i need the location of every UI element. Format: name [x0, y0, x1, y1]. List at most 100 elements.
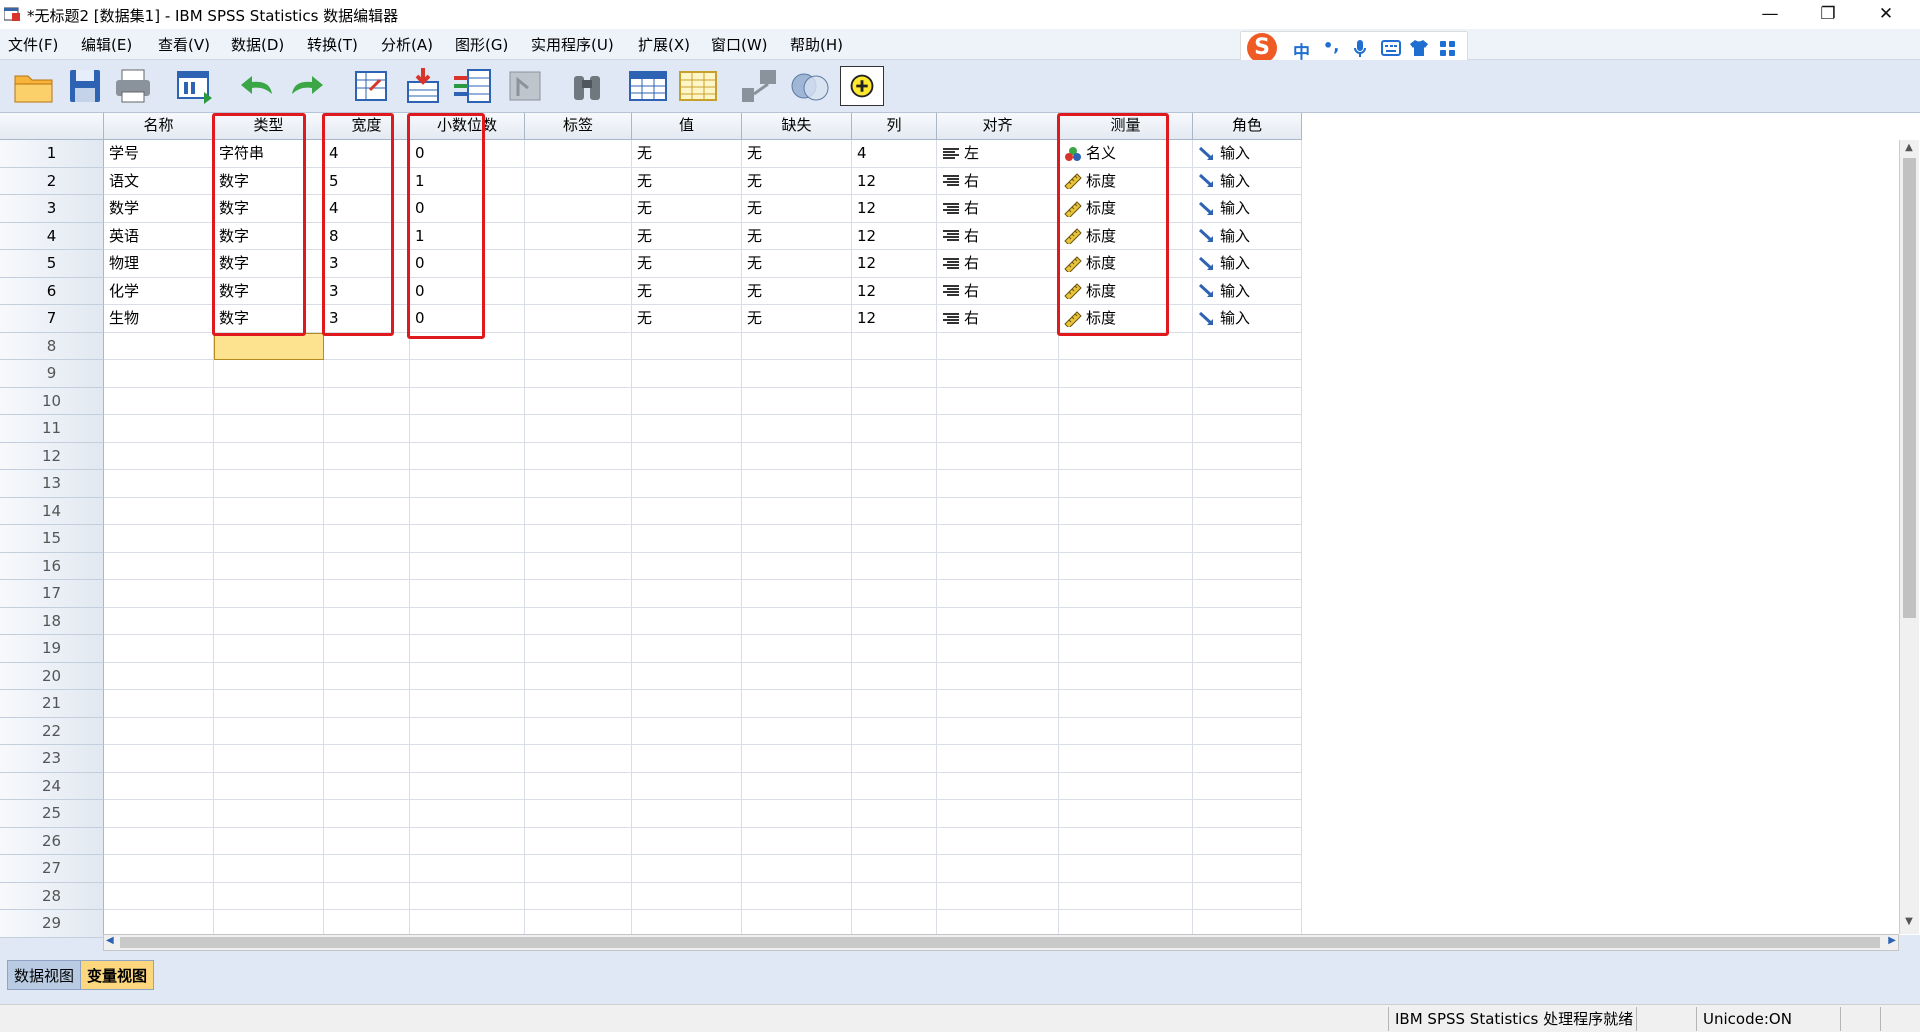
cell-measure[interactable] [1059, 800, 1193, 828]
cell-role[interactable] [1193, 607, 1302, 635]
cell-decimals[interactable] [410, 332, 525, 360]
cell-align[interactable] [937, 580, 1059, 608]
cell-decimals[interactable]: 0 [410, 140, 525, 168]
cell-role[interactable] [1193, 360, 1302, 388]
menu-extensions[interactable]: 扩展(X) [638, 34, 690, 55]
cell-align[interactable]: 右 [937, 250, 1059, 278]
row-header[interactable]: 13 [0, 470, 104, 498]
cell-values[interactable] [632, 827, 742, 855]
cell-label[interactable] [525, 607, 632, 635]
cell-decimals[interactable]: 0 [410, 195, 525, 223]
cell-type[interactable] [214, 882, 324, 910]
cell-name[interactable] [104, 607, 214, 635]
cell-role[interactable] [1193, 497, 1302, 525]
cell-measure[interactable] [1059, 415, 1193, 443]
column-header-measure[interactable]: 测量 [1059, 113, 1193, 140]
cell-columns[interactable] [852, 855, 937, 883]
cell-align[interactable] [937, 387, 1059, 415]
cell-name[interactable] [104, 332, 214, 360]
cell-missing[interactable] [742, 662, 852, 690]
cell-role[interactable]: 输入 [1193, 250, 1302, 278]
cell-values[interactable]: 无 [632, 195, 742, 223]
cell-type[interactable] [214, 607, 324, 635]
row-header[interactable]: 15 [0, 525, 104, 553]
scroll-up-arrow[interactable]: ▲ [1902, 142, 1916, 156]
cell-name[interactable] [104, 855, 214, 883]
cell-measure[interactable]: 标度 [1059, 195, 1193, 223]
cell-values[interactable]: 无 [632, 140, 742, 168]
cell-width[interactable] [324, 635, 410, 663]
row-header[interactable]: 16 [0, 552, 104, 580]
cell-columns[interactable] [852, 387, 937, 415]
cell-columns[interactable] [852, 635, 937, 663]
cell-role[interactable] [1193, 332, 1302, 360]
split-file-icon[interactable] [738, 66, 782, 106]
cell-columns[interactable] [852, 525, 937, 553]
goto-variable-icon[interactable] [402, 66, 446, 106]
cell-measure[interactable] [1059, 552, 1193, 580]
cell-width[interactable] [324, 415, 410, 443]
cell-values[interactable]: 无 [632, 277, 742, 305]
cell-width[interactable]: 4 [324, 195, 410, 223]
column-header-name[interactable]: 名称 [104, 113, 214, 140]
cell-name[interactable]: 物理 [104, 250, 214, 278]
cell-values[interactable] [632, 580, 742, 608]
cell-columns[interactable] [852, 360, 937, 388]
cell-width[interactable] [324, 387, 410, 415]
cell-measure[interactable] [1059, 635, 1193, 663]
cell-columns[interactable]: 12 [852, 305, 937, 333]
menu-edit[interactable]: 编辑(E) [81, 34, 132, 55]
cell-measure[interactable] [1059, 387, 1193, 415]
cell-label[interactable] [525, 140, 632, 168]
cell-align[interactable] [937, 772, 1059, 800]
cell-type[interactable] [214, 552, 324, 580]
cell-measure[interactable]: 标度 [1059, 305, 1193, 333]
cell-columns[interactable] [852, 607, 937, 635]
cell-columns[interactable] [852, 827, 937, 855]
cell-values[interactable] [632, 717, 742, 745]
cell-label[interactable] [525, 552, 632, 580]
cell-type[interactable] [214, 442, 324, 470]
cell-width[interactable]: 3 [324, 305, 410, 333]
cell-align[interactable] [937, 662, 1059, 690]
cell-label[interactable] [525, 360, 632, 388]
column-header-missing[interactable]: 缺失 [742, 113, 852, 140]
cell-missing[interactable] [742, 607, 852, 635]
cell-decimals[interactable]: 1 [410, 167, 525, 195]
cell-name[interactable] [104, 772, 214, 800]
cell-role[interactable] [1193, 387, 1302, 415]
cell-decimals[interactable] [410, 470, 525, 498]
cell-name[interactable] [104, 717, 214, 745]
cell-measure[interactable] [1059, 360, 1193, 388]
cell-decimals[interactable] [410, 800, 525, 828]
row-header[interactable]: 4 [0, 222, 104, 250]
cell-type[interactable] [214, 745, 324, 773]
cell-decimals[interactable] [410, 552, 525, 580]
cell-type[interactable]: 数字 [214, 195, 324, 223]
cell-name[interactable] [104, 442, 214, 470]
cell-name[interactable] [104, 882, 214, 910]
cell-values[interactable] [632, 552, 742, 580]
cell-name[interactable]: 数学 [104, 195, 214, 223]
cell-align[interactable] [937, 800, 1059, 828]
cell-values[interactable] [632, 745, 742, 773]
cell-label[interactable] [525, 800, 632, 828]
cell-decimals[interactable] [410, 772, 525, 800]
cell-width[interactable] [324, 442, 410, 470]
cell-align[interactable] [937, 607, 1059, 635]
row-header[interactable]: 29 [0, 910, 104, 938]
cell-missing[interactable] [742, 442, 852, 470]
cell-width[interactable]: 3 [324, 250, 410, 278]
cell-decimals[interactable] [410, 827, 525, 855]
save-icon[interactable] [64, 66, 108, 106]
find-icon[interactable] [566, 66, 610, 106]
run-descriptives-icon[interactable] [504, 66, 548, 106]
cell-missing[interactable] [742, 800, 852, 828]
cell-columns[interactable]: 12 [852, 167, 937, 195]
cell-role[interactable]: 输入 [1193, 222, 1302, 250]
cell-type[interactable]: 数字 [214, 277, 324, 305]
cell-name[interactable]: 化学 [104, 277, 214, 305]
cell-width[interactable] [324, 827, 410, 855]
row-header[interactable]: 26 [0, 827, 104, 855]
recall-dialog-icon[interactable] [174, 66, 218, 106]
